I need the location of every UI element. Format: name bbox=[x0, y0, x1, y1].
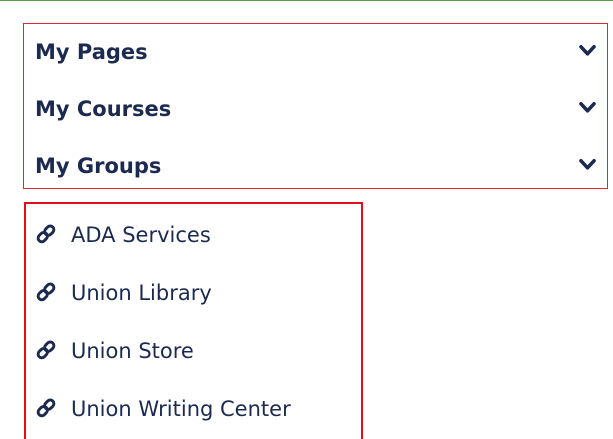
link-union-store[interactable]: Union Store bbox=[26, 322, 361, 380]
section-my-pages[interactable]: My Pages bbox=[24, 24, 607, 80]
page: My Pages My Courses My Groups ADA Servic… bbox=[0, 0, 613, 439]
link-icon bbox=[36, 282, 56, 302]
quick-links-panel: ADA Services Union Library Union Store U… bbox=[24, 202, 363, 439]
link-label: Union Writing Center bbox=[71, 397, 291, 421]
link-icon bbox=[36, 340, 56, 360]
chevron-down-icon[interactable] bbox=[579, 159, 596, 171]
link-union-writing-center[interactable]: Union Writing Center bbox=[26, 380, 361, 438]
section-my-courses[interactable]: My Courses bbox=[24, 81, 607, 137]
link-label: ADA Services bbox=[71, 223, 211, 247]
top-divider bbox=[0, 0, 613, 1]
link-label: Union Library bbox=[71, 281, 212, 305]
link-label: Union Store bbox=[71, 339, 194, 363]
section-label: My Groups bbox=[35, 154, 162, 178]
section-label: My Courses bbox=[35, 97, 172, 121]
link-icon bbox=[36, 398, 56, 418]
link-ada-services[interactable]: ADA Services bbox=[26, 206, 361, 264]
chevron-down-icon[interactable] bbox=[579, 102, 596, 114]
my-sections-panel: My Pages My Courses My Groups bbox=[23, 23, 608, 189]
section-my-groups[interactable]: My Groups bbox=[24, 138, 607, 194]
link-union-library[interactable]: Union Library bbox=[26, 264, 361, 322]
section-label: My Pages bbox=[35, 40, 148, 64]
chevron-down-icon[interactable] bbox=[579, 44, 596, 57]
link-icon bbox=[36, 224, 56, 244]
